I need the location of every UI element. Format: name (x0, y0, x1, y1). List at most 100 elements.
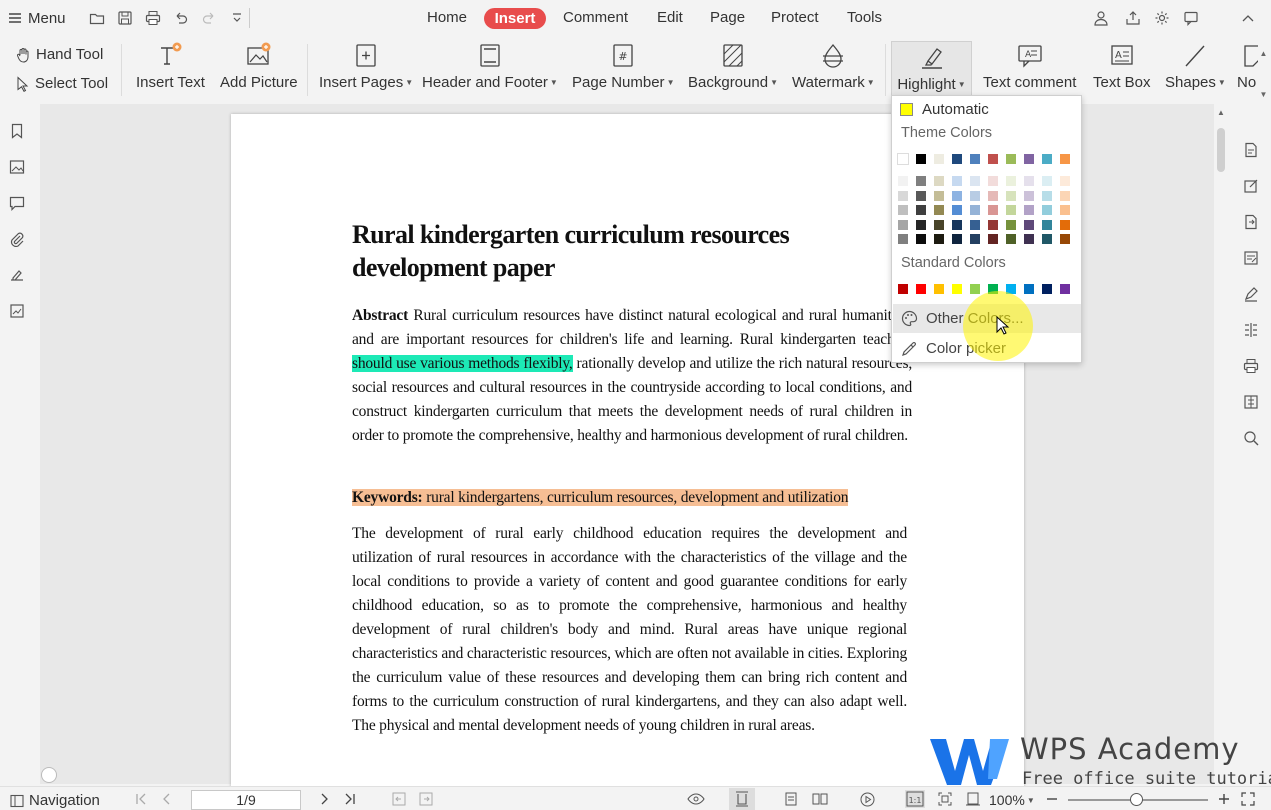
page-number-button[interactable]: # Page Number ▼ (572, 40, 674, 98)
standard-color-swatch[interactable] (897, 283, 909, 295)
text-box-button[interactable]: A Text Box (1093, 40, 1151, 98)
theme-shade-swatch[interactable] (1041, 189, 1053, 202)
zoom-slider-handle[interactable] (1130, 793, 1143, 806)
vertical-scrollbar[interactable]: ▲ (1214, 104, 1230, 784)
theme-shade-swatch[interactable] (987, 189, 999, 202)
scrollbar-thumb[interactable] (1217, 128, 1225, 172)
theme-shade-swatch[interactable] (915, 189, 927, 202)
pdf-to-word-icon[interactable] (1243, 142, 1259, 158)
print-icon[interactable] (1243, 358, 1259, 374)
standard-color-swatch[interactable] (915, 283, 927, 295)
play-slideshow-icon[interactable] (860, 792, 875, 807)
theme-shade-swatch[interactable] (951, 204, 963, 216)
fit-page-icon[interactable] (938, 792, 952, 806)
theme-shade-swatch[interactable] (1041, 218, 1053, 231)
previous-view-icon[interactable] (392, 792, 406, 806)
sign-pen-icon[interactable] (1243, 286, 1259, 302)
comment-icon[interactable] (9, 195, 25, 211)
standard-color-swatch[interactable] (951, 283, 963, 295)
compress-icon[interactable] (1243, 394, 1259, 410)
share-icon[interactable] (1125, 10, 1141, 26)
attachment-icon[interactable] (9, 231, 25, 247)
tab-home[interactable]: Home (427, 9, 467, 26)
thumbnail-icon[interactable] (9, 159, 25, 175)
open-folder-icon[interactable] (89, 10, 105, 26)
watermark-button[interactable]: Watermark ▼ (792, 40, 875, 98)
theme-shade-swatch[interactable] (1023, 189, 1035, 202)
theme-shade-swatch[interactable] (1005, 233, 1017, 245)
redo-icon[interactable] (201, 10, 217, 26)
background-button[interactable]: Background ▼ (688, 40, 778, 98)
ribbon-scroll-arrows[interactable]: ▲ ▼ (1258, 49, 1269, 99)
theme-shade-swatch[interactable] (1059, 218, 1071, 231)
theme-shade-swatch[interactable] (1023, 204, 1035, 216)
standard-color-swatch[interactable] (987, 283, 999, 295)
fullscreen-icon[interactable] (1241, 792, 1255, 806)
theme-shade-swatch[interactable] (1059, 189, 1071, 202)
tab-insert[interactable]: Insert (484, 8, 546, 29)
scroll-up-arrow-icon[interactable]: ▲ (1260, 49, 1268, 58)
scroll-down-arrow-icon[interactable]: ▼ (1260, 90, 1268, 99)
theme-color-swatch[interactable] (897, 153, 909, 165)
standard-color-swatch[interactable] (1005, 283, 1017, 295)
theme-shade-swatch[interactable] (1005, 175, 1017, 187)
first-page-icon[interactable] (134, 792, 148, 806)
theme-color-swatch[interactable] (1023, 153, 1035, 165)
tab-protect[interactable]: Protect (771, 9, 819, 26)
theme-shade-swatch[interactable] (933, 189, 945, 202)
theme-shade-swatch[interactable] (987, 218, 999, 231)
theme-shade-swatch[interactable] (969, 233, 981, 245)
account-icon[interactable] (1093, 10, 1109, 26)
zoom-dropdown-icon[interactable]: ▼ (1027, 796, 1035, 805)
theme-shade-swatch[interactable] (969, 204, 981, 216)
highlight-button[interactable]: Highlight ▼ (891, 41, 972, 97)
theme-color-swatch[interactable] (1059, 153, 1071, 165)
theme-shade-swatch[interactable] (951, 233, 963, 245)
bookmark-icon[interactable] (9, 123, 25, 139)
shapes-button[interactable]: Shapes ▼ (1165, 40, 1226, 98)
theme-shade-swatch[interactable] (987, 204, 999, 216)
theme-shade-swatch[interactable] (1059, 233, 1071, 245)
standard-color-swatch[interactable] (1023, 283, 1035, 295)
edit-pdf-icon[interactable] (1243, 178, 1259, 194)
theme-shade-swatch[interactable] (951, 189, 963, 202)
note-button[interactable]: No (1237, 40, 1258, 98)
page-number-input[interactable]: 1/9 (191, 790, 301, 810)
hand-tool-button[interactable]: Hand Tool (16, 46, 103, 63)
search-zoom-icon[interactable] (1243, 430, 1259, 446)
add-picture-button[interactable]: Add Picture (220, 40, 298, 98)
theme-shade-swatch[interactable] (951, 175, 963, 187)
color-picker-option[interactable]: Color picker (893, 334, 1081, 363)
feedback-icon[interactable] (1183, 10, 1199, 26)
fit-width-icon[interactable] (965, 792, 980, 806)
theme-shade-swatch[interactable] (897, 233, 909, 245)
theme-shade-swatch[interactable] (1041, 233, 1053, 245)
standard-color-swatch[interactable] (933, 283, 945, 295)
theme-shade-swatch[interactable] (933, 233, 945, 245)
continuous-view-icon[interactable] (784, 792, 798, 806)
theme-shade-swatch[interactable] (987, 175, 999, 187)
theme-shade-swatch[interactable] (1005, 218, 1017, 231)
theme-shade-swatch[interactable] (969, 218, 981, 231)
tab-edit[interactable]: Edit (657, 9, 683, 26)
undo-icon[interactable] (173, 10, 189, 26)
theme-shade-swatch[interactable] (933, 218, 945, 231)
standard-color-swatch[interactable] (1041, 283, 1053, 295)
scroll-up-arrow-icon[interactable]: ▲ (1217, 108, 1225, 117)
theme-shade-swatch[interactable] (1005, 204, 1017, 216)
theme-shade-swatch[interactable] (1005, 189, 1017, 202)
text-comment-button[interactable]: A Text comment (983, 40, 1076, 98)
next-view-icon[interactable] (419, 792, 433, 806)
zoom-in-icon[interactable] (1217, 792, 1231, 806)
theme-color-swatch[interactable] (933, 153, 945, 165)
theme-color-swatch[interactable] (1005, 153, 1017, 165)
tab-tools[interactable]: Tools (847, 9, 882, 26)
convert-icon[interactable] (1243, 214, 1259, 230)
theme-shade-swatch[interactable] (897, 175, 909, 187)
theme-shade-swatch[interactable] (897, 218, 909, 231)
theme-color-swatch[interactable] (987, 153, 999, 165)
insert-pages-button[interactable]: Insert Pages ▼ (319, 40, 413, 98)
theme-shade-swatch[interactable] (915, 175, 927, 187)
standard-color-swatch[interactable] (1059, 283, 1071, 295)
single-page-view-icon[interactable] (729, 788, 755, 810)
